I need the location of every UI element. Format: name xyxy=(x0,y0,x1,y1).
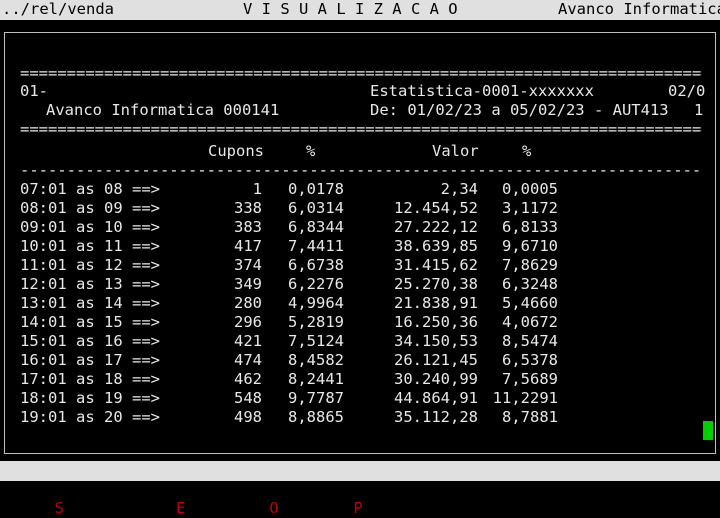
row-pct-valor: 6,3248 xyxy=(502,275,558,293)
row-time-range: 15:01 as 16 ==> xyxy=(20,332,160,350)
col-header-cupons: Cupons xyxy=(208,142,264,160)
action-key: P xyxy=(353,499,363,517)
row-time-range: 18:01 as 19 ==> xyxy=(20,389,160,407)
row-valor: 16.250,36 xyxy=(394,313,478,331)
row-cupons: 383 xyxy=(234,218,262,236)
row-time-range: 09:01 as 10 ==> xyxy=(20,218,160,236)
row-time-range: 07:01 as 08 ==> xyxy=(20,180,160,198)
dashed-separator: ----------------------------------------… xyxy=(20,161,702,179)
footer-action[interactable]: P=Gera PDF xyxy=(353,499,446,517)
row-cupons: 474 xyxy=(234,351,262,369)
row-valor: 12.454,52 xyxy=(394,199,478,217)
row-time-range: 08:01 as 09 ==> xyxy=(20,199,160,217)
row-pct-cupons: 6,2276 xyxy=(288,275,344,293)
row-pct-valor: 7,5689 xyxy=(502,370,558,388)
row-time-range: 10:01 as 11 ==> xyxy=(20,237,160,255)
report-name: Estatistica-0001-xxxxxxx xyxy=(370,82,594,100)
row-pct-valor: 6,8133 xyxy=(502,218,558,236)
row-pct-cupons: 4,9964 xyxy=(288,294,344,312)
page-indicator: 02/0 xyxy=(668,82,706,100)
company-line: Avanco Informatica 000141 xyxy=(46,101,280,119)
footer-bar: Navegacao [<-,->] PgUp e PgDn. S=Gera Sp… xyxy=(0,461,720,517)
row-pct-valor: 3,1172 xyxy=(502,199,558,217)
row-pct-valor: 5,4660 xyxy=(502,294,558,312)
row-time-range: 11:01 as 12 ==> xyxy=(20,256,160,274)
footer-action[interactable]: O=Outras xyxy=(269,499,344,517)
action-key: O xyxy=(269,499,279,517)
row-valor: 34.150,53 xyxy=(394,332,478,350)
col-header-pct-cupons: % xyxy=(306,142,316,160)
row-pct-cupons: 8,2441 xyxy=(288,370,344,388)
row-pct-cupons: 0,0178 xyxy=(288,180,344,198)
row-pct-valor: 7,8629 xyxy=(502,256,558,274)
navigation-hint: Navegacao [<-,->] PgUp e PgDn. xyxy=(26,480,307,498)
row-pct-valor: 8,7881 xyxy=(502,408,558,426)
row-cupons: 349 xyxy=(234,275,262,293)
row-pct-valor: 8,5474 xyxy=(502,332,558,350)
row-time-range: 13:01 as 14 ==> xyxy=(20,294,160,312)
title-bar: ../rel/venda V I S U A L I Z A C A O Ava… xyxy=(0,0,720,20)
double-separator: ========================================… xyxy=(20,120,702,138)
row-cupons: 296 xyxy=(234,313,262,331)
row-pct-cupons: 7,4411 xyxy=(288,237,344,255)
row-cupons: 417 xyxy=(234,237,262,255)
terminal-cursor xyxy=(703,421,713,440)
action-key: E xyxy=(176,499,186,517)
period-line: De: 01/02/23 a 05/02/23 - AUT413 xyxy=(370,101,669,119)
row-time-range: 17:01 as 18 ==> xyxy=(20,370,160,388)
row-valor: 38.639,85 xyxy=(394,237,478,255)
row-cupons: 498 xyxy=(234,408,262,426)
row-time-range: 12:01 as 13 ==> xyxy=(20,275,160,293)
col-header-pct-valor: % xyxy=(522,142,532,160)
row-time-range: 16:01 as 17 ==> xyxy=(20,351,160,369)
row-pct-cupons: 6,6738 xyxy=(288,256,344,274)
row-valor: 35.112,28 xyxy=(394,408,478,426)
row-valor: 21.838,91 xyxy=(394,294,478,312)
action-label: =Gera PDF xyxy=(362,499,447,517)
action-label: =Escrava xyxy=(185,499,261,517)
row-pct-cupons: 8,8865 xyxy=(288,408,344,426)
action-label: =Outras xyxy=(278,499,345,517)
footer-action[interactable]: E=Escrava xyxy=(176,499,260,517)
row-pct-cupons: 9,7787 xyxy=(288,389,344,407)
row-pct-cupons: 6,0314 xyxy=(288,199,344,217)
row-valor: 27.222,12 xyxy=(394,218,478,236)
footer-action[interactable]: S=Gera Spool xyxy=(55,499,167,517)
row-pct-valor: 6,5378 xyxy=(502,351,558,369)
row-valor: 25.270,38 xyxy=(394,275,478,293)
action-key: S xyxy=(54,499,65,517)
row-valor: 31.415,62 xyxy=(394,256,478,274)
row-pct-cupons: 7,5124 xyxy=(288,332,344,350)
row-valor: 30.240,99 xyxy=(394,370,478,388)
row-pct-cupons: 8,4582 xyxy=(288,351,344,369)
action-label: =Gera Spool xyxy=(64,499,167,517)
double-separator: ========================================… xyxy=(20,64,702,82)
row-pct-cupons: 6,8344 xyxy=(288,218,344,236)
row-cupons: 280 xyxy=(234,294,262,312)
period-number: 1 xyxy=(694,101,704,119)
row-cupons: 338 xyxy=(234,199,262,217)
path-label: ../rel/venda xyxy=(2,0,114,18)
row-valor: 44.864,91 xyxy=(394,389,478,407)
row-time-range: 19:01 as 20 ==> xyxy=(20,408,160,426)
row-pct-valor: 11,2291 xyxy=(492,389,558,407)
row-pct-valor: 4,0672 xyxy=(502,313,558,331)
row-pct-valor: 9,6710 xyxy=(502,237,558,255)
row-cupons: 374 xyxy=(234,256,262,274)
row-cupons: 462 xyxy=(234,370,262,388)
screen-title: V I S U A L I Z A C A O xyxy=(243,0,458,18)
company-label: Avanco Informatica xyxy=(558,0,720,18)
row-pct-cupons: 5,2819 xyxy=(288,313,344,331)
row-cupons: 548 xyxy=(234,389,262,407)
row-time-range: 14:01 as 15 ==> xyxy=(20,313,160,331)
row-valor: 2,34 xyxy=(440,180,478,198)
row-pct-valor: 0,0005 xyxy=(502,180,558,198)
row-valor: 26.121,45 xyxy=(394,351,478,369)
col-header-valor: Valor xyxy=(432,142,479,160)
row-cupons: 421 xyxy=(234,332,262,350)
row-cupons: 1 xyxy=(252,180,262,198)
report-code: 01- xyxy=(20,82,48,100)
